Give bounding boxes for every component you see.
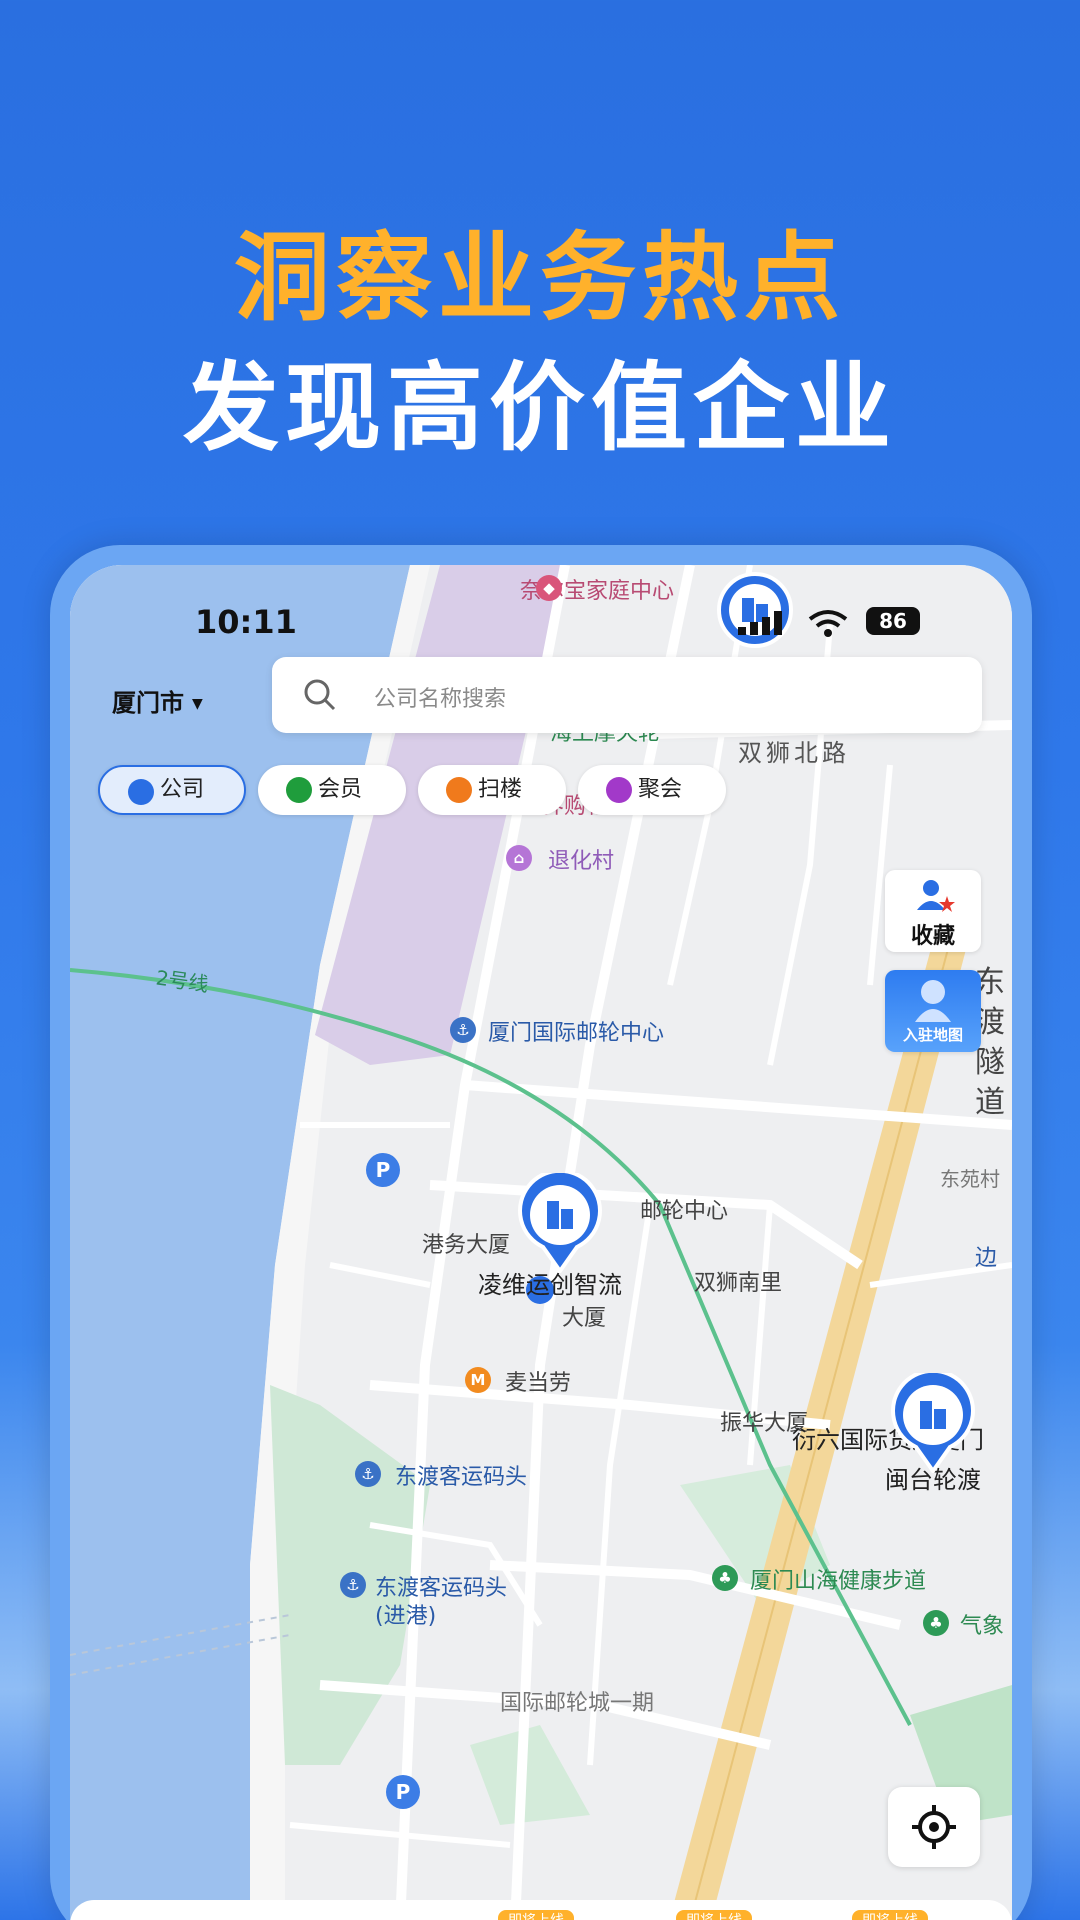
app-screen: 奈尔宝家庭中心 ◆ 海上摩天轮 世界购物中心 双狮北路 ⌂ 退化村 ⚓ 厦门国际… xyxy=(70,565,1012,1920)
filter-chip-label: 会员 xyxy=(318,777,363,802)
favorites-label: 收藏 xyxy=(910,924,955,949)
caret-down-icon: ▼ xyxy=(192,696,203,712)
map-label-dongyuan: 东苑村 xyxy=(940,1167,1000,1191)
map-label-cruise-center: 厦门国际邮轮中心 xyxy=(488,1021,665,1046)
wifi-icon xyxy=(808,610,848,637)
parking-icon: P xyxy=(366,1153,400,1187)
map-label-mcd: 麦当劳 xyxy=(505,1371,572,1396)
search-input[interactable]: 公司名称搜索 xyxy=(272,657,982,733)
map-label-tuihua: 退化村 xyxy=(548,849,615,874)
user-icon xyxy=(286,777,312,803)
map-label-bian: 边 xyxy=(975,1246,998,1271)
crosshair-icon xyxy=(912,1805,956,1849)
filter-chip-label: 公司 xyxy=(160,777,205,802)
filter-chip-scan[interactable]: 扫楼 xyxy=(418,765,566,815)
city-selector[interactable]: 厦门市 ▼ xyxy=(112,683,203,718)
search-icon xyxy=(304,679,336,711)
park-icon: ♣ xyxy=(923,1610,949,1636)
filter-chip-label: 聚会 xyxy=(638,777,683,802)
company-pin[interactable] xyxy=(888,1368,978,1477)
filter-chip-label: 扫楼 xyxy=(478,777,523,802)
map-label-dongdu-pier: 东渡客运码头 xyxy=(395,1465,528,1490)
search-placeholder: 公司名称搜索 xyxy=(374,687,507,712)
anchor-icon: ⚓ xyxy=(450,1017,476,1043)
anchor-icon: ⚓ xyxy=(355,1461,381,1487)
map-label-shanhai: 厦门山海健康步道 xyxy=(750,1569,927,1594)
coming-soon-badge: 即将上线 xyxy=(498,1910,574,1920)
filter-chip-member[interactable]: 会员 xyxy=(258,765,406,815)
status-time: 10:11 xyxy=(195,603,297,641)
signal-icon xyxy=(738,611,782,635)
coming-soon-badge: 即将上线 xyxy=(676,1910,752,1920)
map-label-cruise-center-short: 邮轮中心 xyxy=(640,1199,729,1224)
scan-building-icon xyxy=(446,777,472,803)
mcdonalds-icon: M xyxy=(465,1367,491,1393)
map-label-shuangshi-bei: 双狮北路 xyxy=(738,739,850,767)
map-label-cruise-city: 国际邮轮城一期 xyxy=(500,1691,655,1716)
company-pin[interactable] xyxy=(515,1168,605,1277)
battery-indicator: 86 xyxy=(866,607,920,635)
poi-village-icon: ⌂ xyxy=(506,845,532,871)
coming-soon-badge: 即将上线 xyxy=(852,1910,928,1920)
map-label-qixiang: 气象 xyxy=(960,1614,1005,1639)
city-label: 厦门市 xyxy=(112,689,184,717)
parking-icon: P xyxy=(386,1775,420,1809)
building-icon xyxy=(128,779,154,805)
favorite-user-icon xyxy=(917,880,955,912)
poi-family-icon: ◆ xyxy=(536,575,562,601)
map-label-shuangshi-nan: 双狮南里 xyxy=(694,1271,783,1296)
anchor-icon: ⚓ xyxy=(340,1572,366,1598)
join-map-label: 入驻地图 xyxy=(902,1026,963,1044)
favorites-button[interactable]: 收藏 xyxy=(885,870,981,952)
headline-discover: 发现高价值企业 xyxy=(183,352,897,464)
filter-chip-gathering[interactable]: 聚会 xyxy=(578,765,726,815)
map-label-gangwu: 港务大厦 xyxy=(422,1233,511,1258)
park-icon: ♣ xyxy=(712,1565,738,1591)
join-map-button[interactable]: 入驻地图 xyxy=(885,970,981,1052)
status-bar: 10:11 86 xyxy=(70,603,1012,643)
join-map-icon xyxy=(915,980,951,1022)
filter-chip-company[interactable]: 公司 xyxy=(98,765,246,815)
locate-button[interactable] xyxy=(888,1787,980,1867)
gathering-icon xyxy=(606,777,632,803)
map-label-dongdu-pier-note: (进港) xyxy=(375,1604,437,1629)
map-label-dasha: 大厦 xyxy=(562,1306,607,1331)
headline-insight: 洞察业务热点 xyxy=(234,222,846,334)
bottom-sheet[interactable]: 即将上线 即将上线 即将上线 xyxy=(70,1900,1012,1920)
